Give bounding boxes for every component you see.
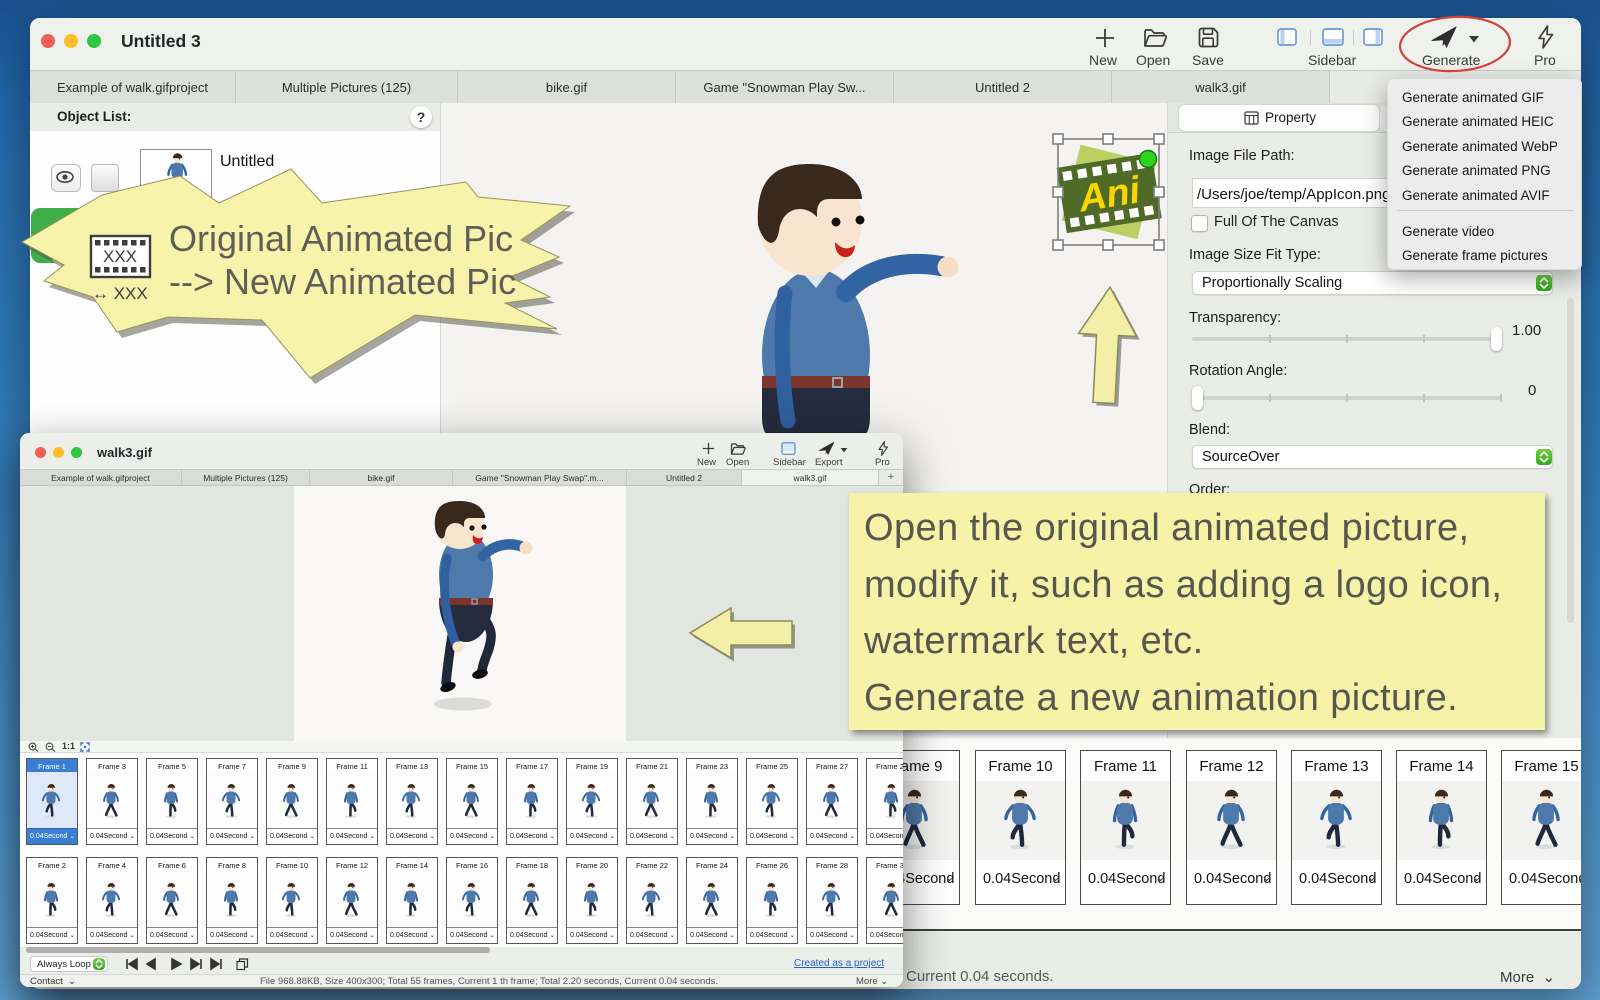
svg-text:Original Animated Pic: Original Animated Pic [169, 218, 513, 259]
svg-text:XXX: XXX [103, 247, 137, 266]
svg-text:--> New Animated Pic: --> New Animated Pic [169, 261, 516, 302]
svg-text:↔ XXX: ↔ XXX [92, 284, 148, 303]
